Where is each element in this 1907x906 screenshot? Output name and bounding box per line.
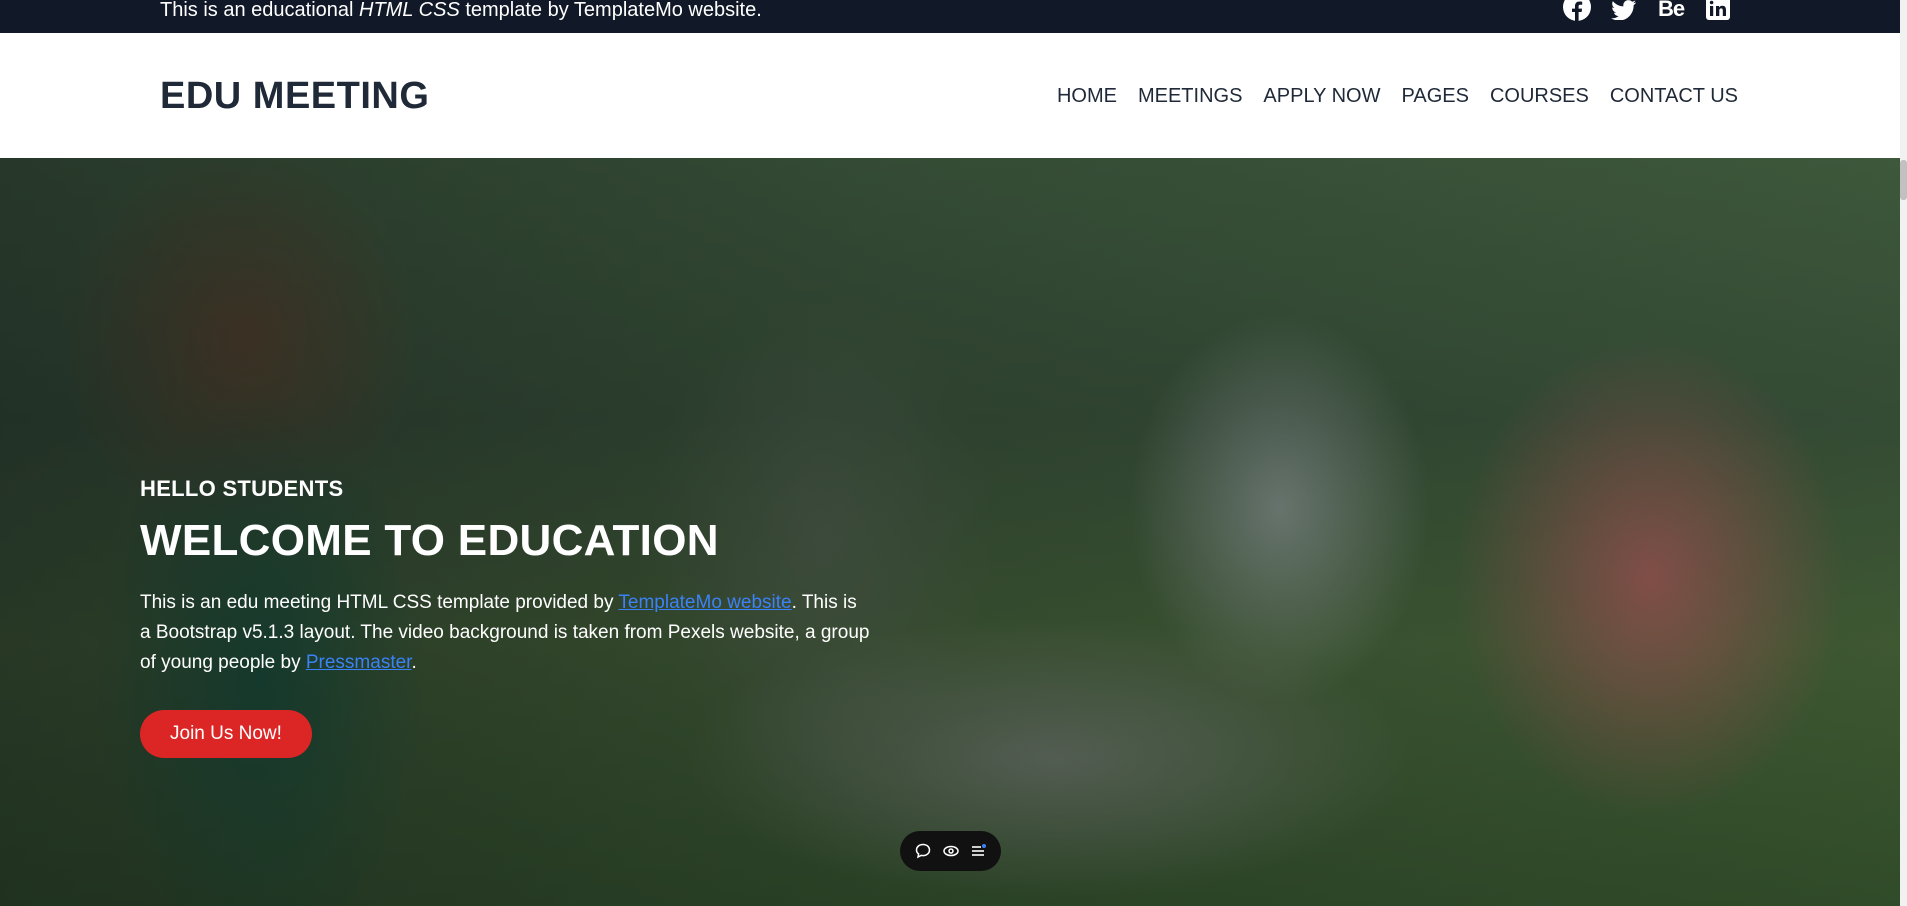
twitter-icon[interactable] [1610,0,1638,22]
eye-icon[interactable] [940,840,962,862]
pressmaster-link[interactable]: Pressmaster [306,652,412,673]
nav-meetings[interactable]: MEETINGS [1138,85,1242,108]
nav-contact-us[interactable]: CONTACT US [1610,85,1738,108]
hero-section: HELLO STUDENTS WELCOME TO EDUCATION This… [0,158,1900,906]
hero-kicker: HELLO STUDENTS [140,476,344,501]
hero-content: HELLO STUDENTS WELCOME TO EDUCATION This… [140,476,880,758]
nav-home[interactable]: HOME [1057,85,1117,108]
site-logo[interactable]: EDU MEETING [160,75,429,118]
nav-pages[interactable]: PAGES [1402,85,1469,108]
hero-title: WELCOME TO EDUCATION [140,516,719,565]
linkedin-icon[interactable] [1704,0,1732,22]
facebook-icon[interactable] [1563,0,1591,22]
main-nav: HOME MEETINGS APPLY NOW PAGES COURSES CO… [1057,85,1738,108]
floating-mini-toolbar [900,831,1001,871]
behance-glyph: Be [1657,0,1685,21]
announcement-text-end: template by TemplateMo website. [459,0,762,21]
page: This is an educational HTML CSS template… [0,0,1907,906]
templatemo-link[interactable]: TemplateMo website [618,592,791,613]
announcement-text-emphasis: HTML CSS [359,0,460,21]
nav-courses[interactable]: COURSES [1490,85,1589,108]
announcement-text: This is an educational HTML CSS template… [160,0,762,20]
top-announcement-bar: This is an educational HTML CSS template… [0,0,1900,33]
site-header: EDU MEETING HOME MEETINGS APPLY NOW PAGE… [0,33,1900,158]
hero-text-part: This is an edu meeting HTML CSS template… [140,592,619,613]
social-links: Be [1563,0,1732,22]
nav-apply-now[interactable]: APPLY NOW [1263,85,1380,108]
hero-description: This is an edu meeting HTML CSS template… [140,588,870,678]
page-scrollbar[interactable] [1900,0,1907,906]
behance-icon[interactable]: Be [1657,0,1685,22]
hero-text-part: . [411,652,417,673]
comment-icon[interactable] [912,840,934,862]
join-us-button[interactable]: Join Us Now! [140,710,312,758]
scrollbar-thumb[interactable] [1900,160,1907,200]
list-icon[interactable] [967,840,989,862]
announcement-text-start: This is an educational [160,0,360,21]
